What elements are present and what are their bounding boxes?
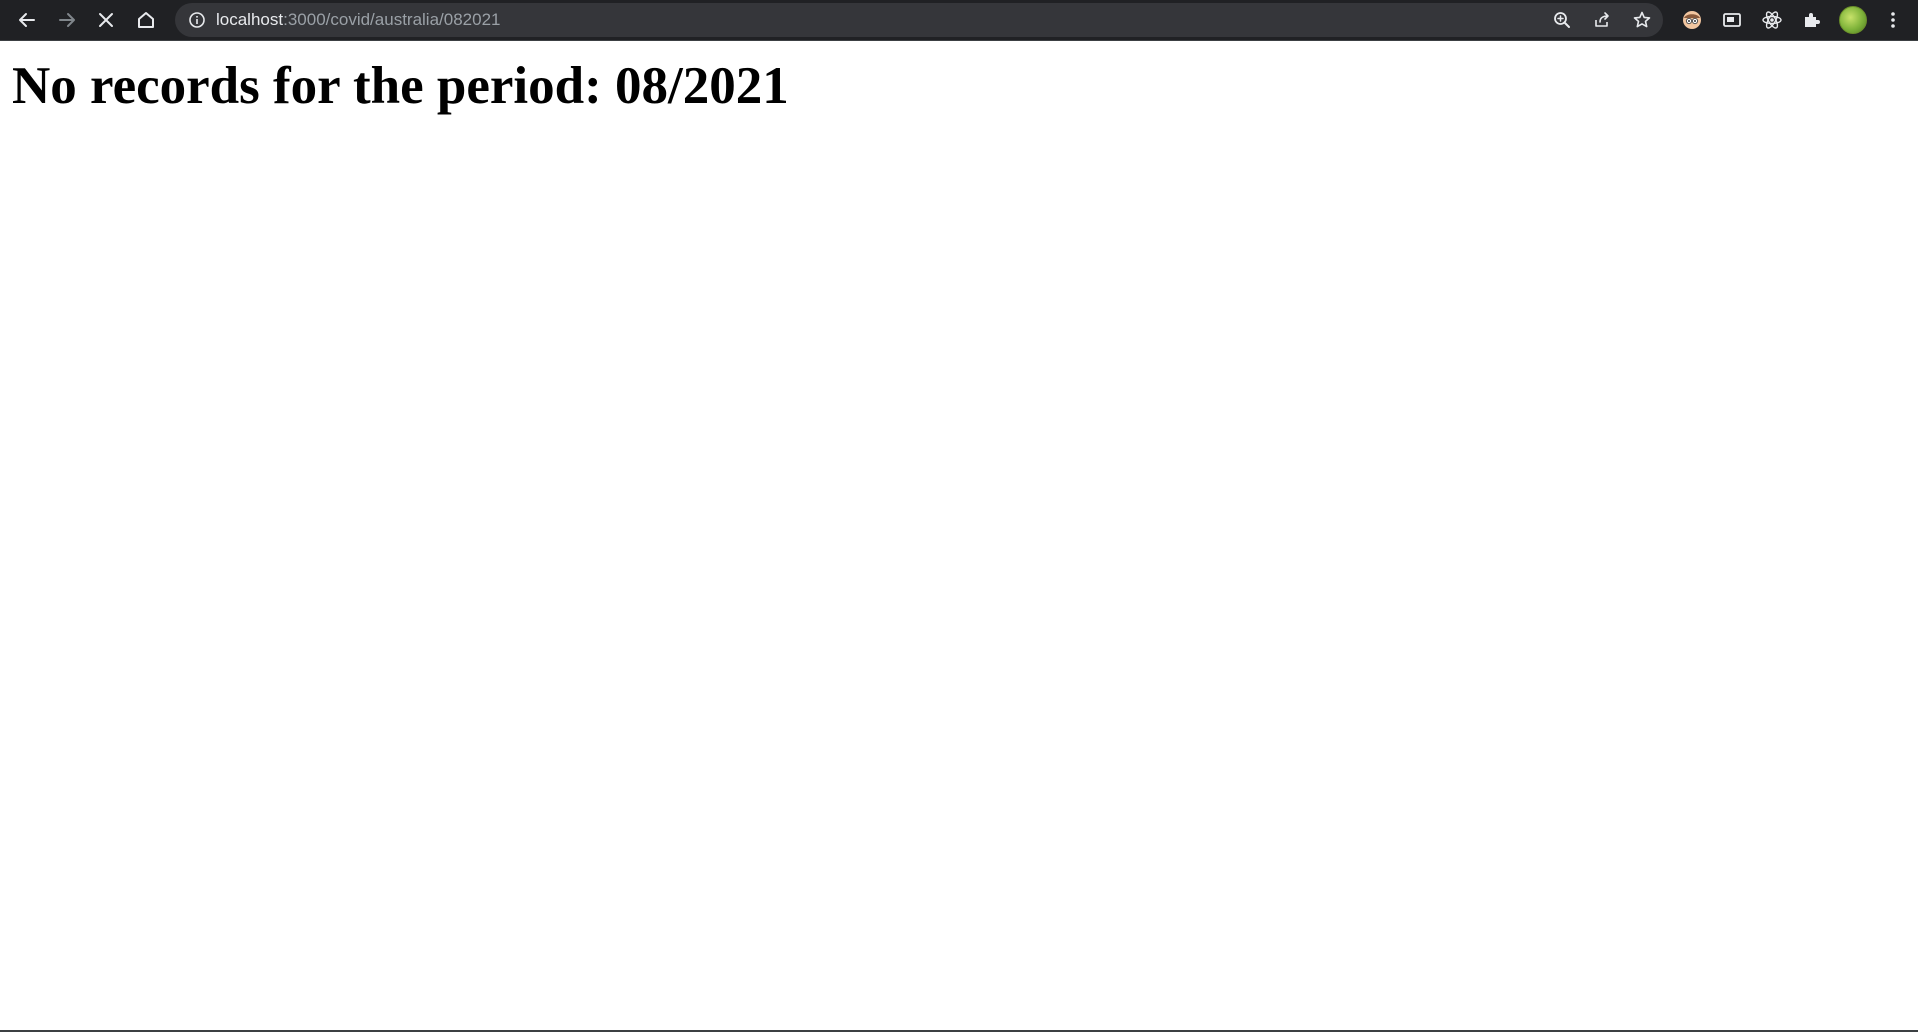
page-content: No records for the period: 08/2021 bbox=[0, 41, 1918, 1032]
arrow-left-icon bbox=[19, 13, 35, 27]
avatar[interactable] bbox=[1839, 6, 1867, 34]
picture-in-picture-icon bbox=[1723, 13, 1741, 27]
extension-face-icon bbox=[1683, 11, 1701, 29]
url-host: localhost bbox=[216, 10, 284, 29]
site-info-button[interactable] bbox=[185, 8, 209, 32]
zoom-icon bbox=[1554, 12, 1570, 28]
forward-button[interactable] bbox=[51, 4, 83, 36]
react-devtools-icon bbox=[1762, 11, 1782, 29]
home-button[interactable] bbox=[130, 4, 162, 36]
share-icon bbox=[1595, 12, 1609, 27]
stop-loading-button[interactable] bbox=[90, 4, 122, 36]
browser-menu-button[interactable] bbox=[1877, 4, 1909, 36]
home-icon bbox=[138, 12, 154, 28]
url-path: :3000/covid/australia/082021 bbox=[283, 10, 501, 29]
bookmark-button[interactable] bbox=[1628, 6, 1656, 34]
extension-button-3[interactable] bbox=[1756, 4, 1788, 36]
star-icon bbox=[1633, 11, 1651, 28]
zoom-button[interactable] bbox=[1548, 6, 1576, 34]
share-button[interactable] bbox=[1588, 6, 1616, 34]
arrow-right-icon bbox=[59, 13, 75, 27]
info-icon bbox=[189, 12, 205, 28]
extension-button-1[interactable] bbox=[1676, 4, 1708, 36]
puzzle-icon bbox=[1805, 13, 1820, 27]
url-text[interactable]: localhost:3000/covid/australia/082021 bbox=[216, 3, 501, 37]
extension-button-2[interactable] bbox=[1716, 4, 1748, 36]
kebab-menu-icon bbox=[1891, 12, 1895, 28]
extensions-button[interactable] bbox=[1796, 4, 1828, 36]
address-bar[interactable]: localhost:3000/covid/australia/082021 bbox=[175, 3, 1663, 37]
page-heading: No records for the period: 08/2021 bbox=[12, 57, 789, 115]
back-button[interactable] bbox=[11, 4, 43, 36]
browser-toolbar: localhost:3000/covid/australia/082021 bbox=[0, 0, 1918, 41]
close-icon bbox=[99, 13, 113, 27]
